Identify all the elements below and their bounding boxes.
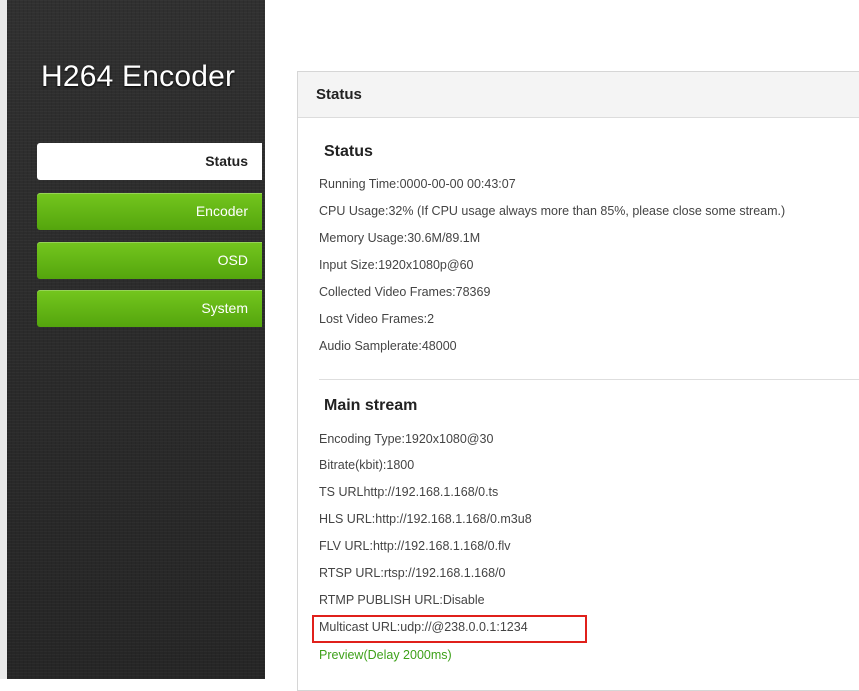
- audio-samplerate-text: Audio Samplerate:48000: [319, 339, 457, 353]
- cpu-usage-text: CPU Usage:32% (If CPU usage always more …: [319, 204, 786, 218]
- window-edge: [0, 0, 7, 679]
- running-time-text: Running Time:0000-00-00 00:43:07: [319, 177, 516, 191]
- app-logo-title: H264 Encoder: [41, 60, 236, 93]
- rtmp-publish-url-text: RTMP PUBLISH URL:Disable: [319, 593, 485, 607]
- section-divider: [319, 379, 859, 380]
- sidebar-item-encoder[interactable]: Encoder: [37, 193, 262, 230]
- ts-url-text: TS URLhttp://192.168.1.168/0.ts: [319, 485, 499, 499]
- encoding-type-text: Encoding Type:1920x1080@30: [319, 432, 494, 446]
- status-panel: Status Status Running Time:0000-00-00 00…: [297, 71, 859, 691]
- memory-usage-text: Memory Usage:30.6M/89.1M: [319, 231, 481, 245]
- flv-url-text: FLV URL:http://192.168.1.168/0.flv: [319, 539, 511, 553]
- status-section-title: Status: [324, 143, 373, 160]
- rtsp-url-text: RTSP URL:rtsp://192.168.1.168/0: [319, 566, 506, 580]
- preview-link[interactable]: Preview(Delay 2000ms): [319, 648, 452, 662]
- sidebar-item-system[interactable]: System: [37, 290, 262, 327]
- lost-frames-text: Lost Video Frames:2: [319, 312, 435, 326]
- main-stream-title: Main stream: [324, 397, 418, 414]
- input-size-text: Input Size:1920x1080p@60: [319, 258, 474, 272]
- sidebar: H264 Encoder: [7, 0, 265, 679]
- sidebar-item-osd[interactable]: OSD: [37, 242, 262, 279]
- sidebar-item-status[interactable]: Status: [37, 143, 262, 180]
- collected-frames-text: Collected Video Frames:78369: [319, 285, 491, 299]
- hls-url-text: HLS URL:http://192.168.1.168/0.m3u8: [319, 512, 532, 526]
- bitrate-text: Bitrate(kbit):1800: [319, 458, 415, 472]
- multicast-url-text: Multicast URL:udp://@238.0.0.1:1234: [319, 620, 528, 634]
- panel-header: Status: [298, 72, 859, 118]
